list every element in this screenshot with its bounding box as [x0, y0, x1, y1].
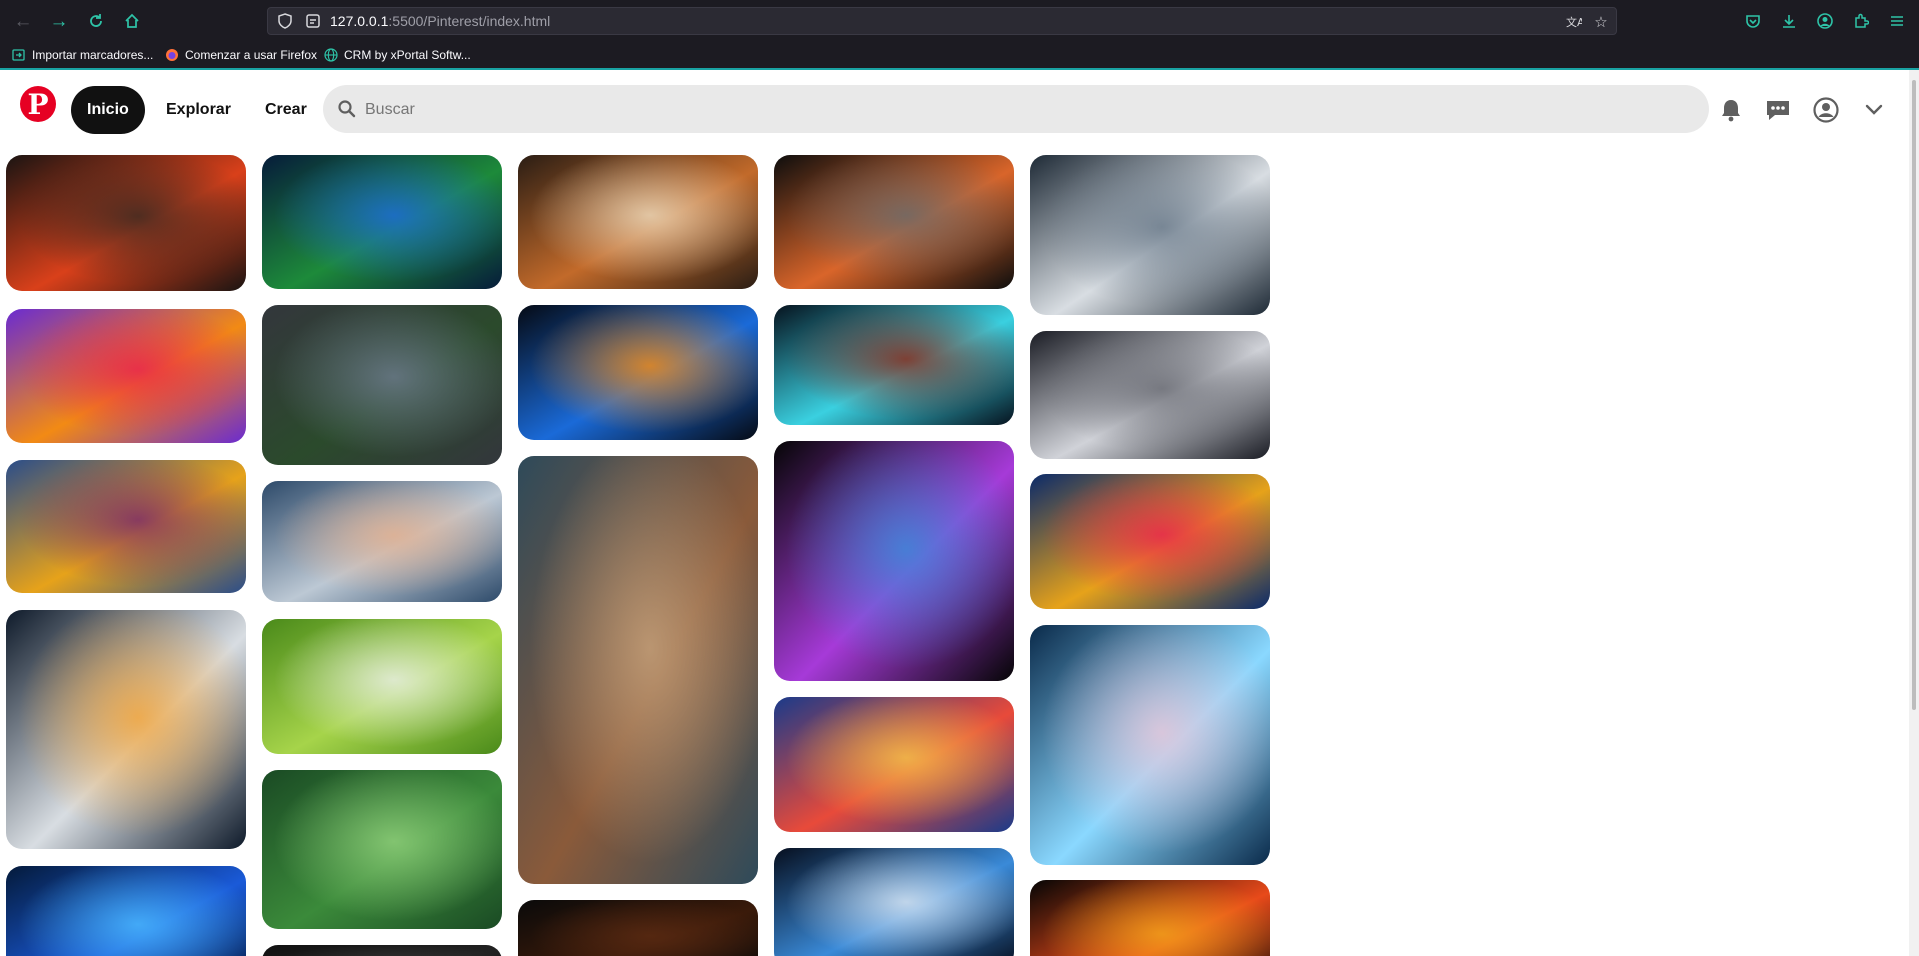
notifications-bell-icon[interactable]	[1717, 96, 1745, 124]
back-icon[interactable]: ←	[11, 9, 35, 33]
pin-image	[262, 305, 502, 465]
home-icon[interactable]	[120, 9, 144, 33]
pin-card[interactable]	[518, 305, 758, 440]
url-text[interactable]: 127.0.0.1:5500/Pinterest/index.html	[330, 13, 550, 29]
address-bar[interactable]: 127.0.0.1:5500/Pinterest/index.html 文A ☆	[267, 7, 1617, 35]
pin-card[interactable]	[1030, 331, 1270, 459]
scrollbar-thumb[interactable]	[1912, 80, 1916, 710]
pocket-icon[interactable]	[1741, 9, 1765, 33]
svg-text:文A: 文A	[1566, 15, 1582, 29]
pin-image	[518, 900, 758, 956]
forward-icon[interactable]: →	[47, 9, 71, 33]
bookmark-label: CRM by xPortal Softw...	[344, 48, 471, 62]
browser-toolbar: ← → 127.0.0.1:5500/Pinterest/index.html …	[0, 0, 1919, 42]
pin-card[interactable]	[774, 305, 1014, 425]
pin-image	[262, 481, 502, 602]
pinterest-logo-icon[interactable]: P	[20, 86, 56, 122]
nav-explore-button[interactable]: Explorar	[150, 86, 247, 134]
search-icon	[338, 100, 356, 118]
pin-card[interactable]	[1030, 155, 1270, 315]
site-header: P Inicio Explorar Crear	[0, 70, 1919, 150]
profile-avatar-icon[interactable]	[1812, 96, 1840, 124]
pin-card[interactable]	[774, 155, 1014, 289]
menu-icon[interactable]	[1885, 9, 1909, 33]
bookmark-label: Comenzar a usar Firefox	[185, 48, 318, 62]
pin-card[interactable]	[262, 305, 502, 465]
pin-card[interactable]	[774, 697, 1014, 832]
pin-image	[518, 155, 758, 289]
pin-image	[518, 456, 758, 884]
page-info-icon[interactable]	[304, 12, 322, 30]
pin-card[interactable]	[774, 441, 1014, 681]
pin-image	[774, 697, 1014, 832]
search-bar[interactable]	[323, 85, 1709, 135]
pin-image	[262, 770, 502, 929]
account-icon[interactable]	[1813, 9, 1837, 33]
pin-image	[774, 848, 1014, 956]
pin-card[interactable]	[262, 619, 502, 754]
reload-icon[interactable]	[84, 9, 108, 33]
pin-image	[518, 305, 758, 440]
pinterest-page: P Inicio Explorar Crear	[0, 70, 1919, 956]
pin-image	[1030, 474, 1270, 609]
bookmark-star-icon[interactable]: ☆	[1590, 11, 1612, 33]
pin-image	[1030, 880, 1270, 956]
pin-image	[6, 309, 246, 443]
url-host: 127.0.0.1	[330, 13, 389, 29]
page-scrollbar[interactable]	[1909, 70, 1919, 956]
pin-card[interactable]	[262, 481, 502, 602]
pin-card[interactable]	[262, 945, 502, 956]
pin-card[interactable]	[6, 610, 246, 849]
pin-image	[6, 460, 246, 593]
pin-card[interactable]	[1030, 880, 1270, 956]
pin-card[interactable]	[518, 456, 758, 884]
pin-card[interactable]	[1030, 625, 1270, 865]
nav-home-button[interactable]: Inicio	[71, 86, 145, 134]
bookmark-firefox[interactable]: Comenzar a usar Firefox	[165, 46, 317, 64]
pin-card[interactable]	[518, 900, 758, 956]
pin-card[interactable]	[262, 155, 502, 289]
pin-image	[6, 610, 246, 849]
messages-icon[interactable]	[1764, 96, 1792, 124]
bookmark-label: Importar marcadores...	[32, 48, 154, 62]
extensions-icon[interactable]	[1849, 9, 1873, 33]
bookmark-crm[interactable]: CRM by xPortal Softw...	[324, 46, 471, 64]
pin-image	[1030, 331, 1270, 459]
pin-image	[774, 441, 1014, 681]
nav-create-button[interactable]: Crear	[249, 86, 323, 134]
globe-icon	[324, 48, 338, 62]
firefox-icon	[166, 49, 178, 61]
url-path: :5500/Pinterest/index.html	[388, 13, 551, 29]
logo-letter: P	[27, 87, 49, 121]
pin-card[interactable]	[518, 155, 758, 289]
search-input[interactable]	[363, 85, 1697, 135]
import-icon	[12, 49, 25, 61]
pin-card[interactable]	[6, 155, 246, 291]
bookmark-import[interactable]: Importar marcadores...	[12, 46, 153, 64]
pin-image	[774, 305, 1014, 425]
pin-image	[6, 866, 246, 956]
pin-card[interactable]	[262, 770, 502, 929]
pin-image	[6, 155, 246, 291]
pin-image	[774, 155, 1014, 289]
pin-image	[262, 945, 502, 956]
pin-card[interactable]	[6, 866, 246, 956]
pin-image	[262, 619, 502, 754]
chevron-down-icon[interactable]	[1860, 96, 1888, 124]
pin-image	[262, 155, 502, 289]
shield-icon[interactable]	[276, 12, 294, 30]
pin-card[interactable]	[1030, 474, 1270, 609]
bookmarks-bar: Importar marcadores... Comenzar a usar F…	[0, 42, 1919, 70]
pin-image	[1030, 625, 1270, 865]
pin-card[interactable]	[774, 848, 1014, 956]
downloads-icon[interactable]	[1777, 9, 1801, 33]
pin-card[interactable]	[6, 460, 246, 593]
translate-icon[interactable]: 文A	[1563, 11, 1585, 33]
pin-image	[1030, 155, 1270, 315]
pin-card[interactable]	[6, 309, 246, 443]
